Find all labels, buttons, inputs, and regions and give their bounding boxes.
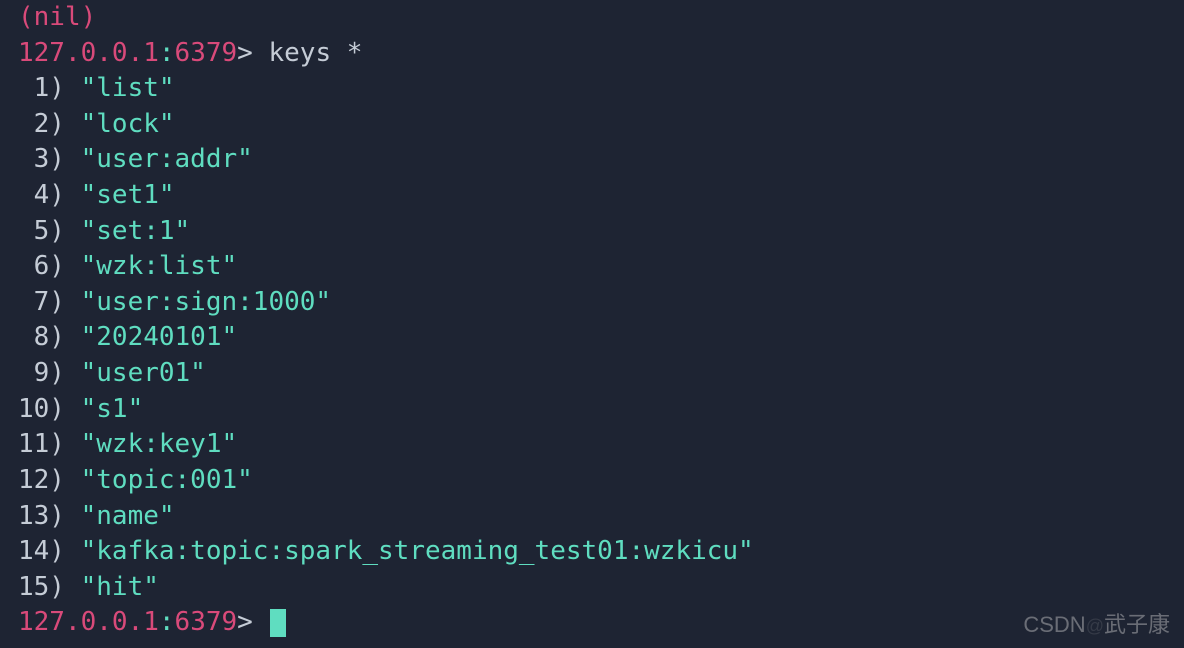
result-line: 5) "set:1" [18,214,1166,250]
paren: ) [49,394,80,424]
result-value: "user01" [81,358,206,388]
prompt-host: 127.0.0.1 [18,607,159,637]
result-index: 4 [18,178,49,214]
result-value: "topic:001" [81,465,253,495]
nil-output: (nil) [18,2,96,32]
result-value: "list" [81,73,175,103]
paren: ) [49,109,80,139]
prompt-line[interactable]: 127.0.0.1:6379> keys * [18,36,1166,72]
result-index: 13 [18,499,49,535]
result-index: 7 [18,285,49,321]
result-index: 11 [18,427,49,463]
result-value: "user:sign:1000" [81,287,331,317]
result-line: 1) "list" [18,71,1166,107]
prompt-host: 127.0.0.1 [18,38,159,68]
result-value: "user:addr" [81,144,253,174]
prompt-arrow: > [237,38,253,68]
result-value: "name" [81,501,175,531]
paren: ) [49,358,80,388]
terminal-output: (nil) 127.0.0.1:6379> keys * 1) "list"2)… [18,0,1166,641]
result-line: 4) "set1" [18,178,1166,214]
result-index: 2 [18,107,49,143]
result-value: "kafka:topic:spark_streaming_test01:wzki… [81,536,754,566]
result-line: 13) "name" [18,499,1166,535]
result-index: 10 [18,392,49,428]
prompt-colon: : [159,38,175,68]
cursor [270,609,286,638]
paren: ) [49,501,80,531]
result-value: "lock" [81,109,175,139]
result-index: 14 [18,534,49,570]
result-line: 7) "user:sign:1000" [18,285,1166,321]
result-line: 11) "wzk:key1" [18,427,1166,463]
paren: ) [49,536,80,566]
results-list: 1) "list"2) "lock"3) "user:addr"4) "set1… [18,71,1166,605]
paren: ) [49,251,80,281]
prompt-port: 6379 [175,607,238,637]
result-value: "20240101" [81,322,238,352]
command-text: keys * [268,38,362,68]
paren: ) [49,180,80,210]
result-index: 9 [18,356,49,392]
prompt-colon: : [159,607,175,637]
result-index: 12 [18,463,49,499]
result-index: 6 [18,249,49,285]
prompt-line-current[interactable]: 127.0.0.1:6379> [18,605,1166,641]
paren: ) [49,216,80,246]
result-line: 2) "lock" [18,107,1166,143]
result-value: "wzk:key1" [81,429,238,459]
result-index: 1 [18,71,49,107]
paren: ) [49,322,80,352]
watermark-site: CSDN [1023,612,1085,637]
prev-output-line: (nil) [18,0,1166,36]
result-index: 8 [18,320,49,356]
result-value: "wzk:list" [81,251,238,281]
result-index: 15 [18,570,49,606]
paren: ) [49,465,80,495]
prompt-arrow: > [237,607,253,637]
paren: ) [49,73,80,103]
result-index: 5 [18,214,49,250]
paren: ) [49,429,80,459]
watermark: CSDN@武子康 [1023,610,1170,640]
result-index: 3 [18,142,49,178]
result-value: "hit" [81,572,159,602]
watermark-author: 武子康 [1104,612,1170,637]
result-value: "s1" [81,394,144,424]
result-line: 12) "topic:001" [18,463,1166,499]
result-value: "set:1" [81,216,191,246]
result-line: 14) "kafka:topic:spark_streaming_test01:… [18,534,1166,570]
result-line: 6) "wzk:list" [18,249,1166,285]
result-line: 10) "s1" [18,392,1166,428]
result-line: 8) "20240101" [18,320,1166,356]
paren: ) [49,144,80,174]
watermark-at: @ [1086,616,1104,636]
result-line: 9) "user01" [18,356,1166,392]
paren: ) [49,572,80,602]
result-value: "set1" [81,180,175,210]
result-line: 3) "user:addr" [18,142,1166,178]
prompt-port: 6379 [175,38,238,68]
paren: ) [49,287,80,317]
result-line: 15) "hit" [18,570,1166,606]
